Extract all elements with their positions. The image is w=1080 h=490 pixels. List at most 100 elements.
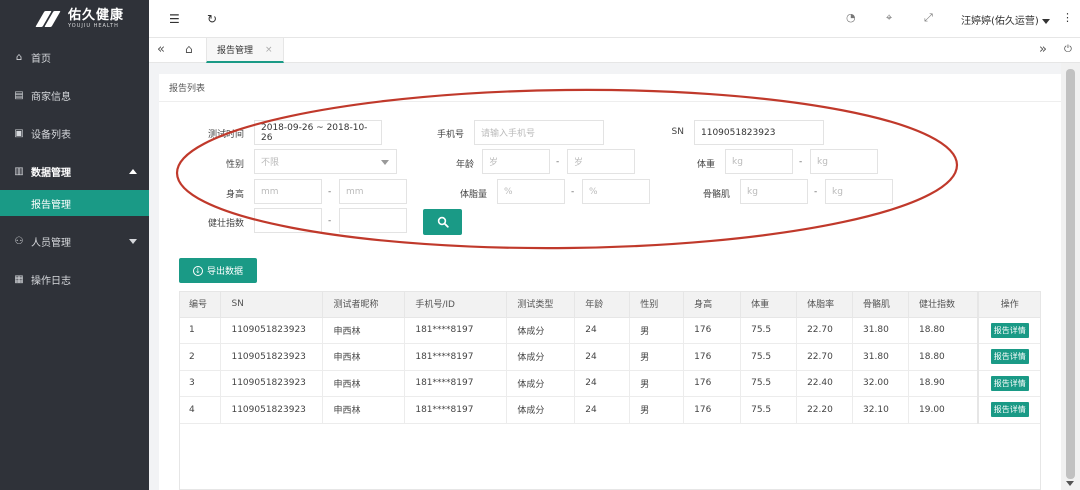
sidebar-item-data-management[interactable]: ▥ 数据管理 bbox=[0, 152, 149, 190]
height-label: 身高 bbox=[225, 190, 244, 200]
double-chevron-right-icon[interactable]: » bbox=[1039, 42, 1047, 57]
tag-icon[interactable]: ⌖ bbox=[886, 11, 892, 25]
table-cell: 31.80 bbox=[852, 343, 910, 371]
fitness-max-input[interactable] bbox=[339, 208, 407, 233]
sidebar-item-label: 首页 bbox=[31, 53, 51, 65]
sidebar-item-merchant[interactable]: ▤ 商家信息 bbox=[0, 76, 149, 114]
muscle-min-input[interactable]: kg bbox=[740, 179, 808, 204]
height-max-input[interactable]: mm bbox=[339, 179, 407, 204]
sidebar-item-staff[interactable]: ⚇ 人员管理 bbox=[0, 222, 149, 260]
sn-input[interactable]: 1109051823923 bbox=[694, 120, 824, 145]
home-icon: ⌂ bbox=[15, 51, 23, 63]
height-min-input[interactable]: mm bbox=[254, 179, 322, 204]
export-data-button[interactable]: ↓ 导出数据 bbox=[179, 258, 257, 283]
table-cell: 2 bbox=[179, 343, 222, 371]
fullscreen-icon[interactable]: ⤢ bbox=[924, 11, 933, 25]
report-detail-button[interactable]: 报告详情 bbox=[990, 402, 1029, 418]
refresh-icon[interactable]: ↻ bbox=[207, 12, 217, 26]
table-row: 3 1109051823923 申西林 181****8197 体成分 24 男… bbox=[179, 370, 1042, 397]
chart-icon: ▥ bbox=[14, 165, 24, 177]
more-icon[interactable]: ⋮ bbox=[1062, 11, 1073, 24]
report-detail-button[interactable]: 报告详情 bbox=[990, 322, 1029, 338]
gender-select[interactable]: 不限 bbox=[254, 149, 397, 174]
table-cell: 男 bbox=[629, 370, 685, 397]
muscle-max-input[interactable]: kg bbox=[825, 179, 893, 204]
table-cell-action: 报告详情 bbox=[977, 396, 1042, 424]
tab-report-management[interactable]: 报告管理 × bbox=[206, 38, 284, 63]
search-icon bbox=[437, 216, 449, 228]
sidebar-item-logs[interactable]: ▦ 操作日志 bbox=[0, 260, 149, 298]
fat-min-input[interactable]: % bbox=[497, 179, 565, 204]
age-label: 年龄 bbox=[455, 160, 474, 170]
sidebar: 佑久健康 YOUJIU HEALTH ⌂ 首页 ▤ 商家信息 ▣ 设备列表 ▥ … bbox=[0, 0, 149, 490]
range-dash: - bbox=[328, 216, 332, 226]
fitness-min-input[interactable] bbox=[254, 208, 322, 233]
muscle-label: 骨骼肌 bbox=[702, 190, 730, 200]
table-cell: 75.5 bbox=[740, 343, 798, 371]
home-tab-icon[interactable]: ⌂ bbox=[185, 42, 193, 56]
table-cell-action: 报告详情 bbox=[977, 343, 1042, 371]
table-cell: 176 bbox=[683, 396, 742, 424]
gender-select-value: 不限 bbox=[261, 158, 280, 168]
fat-max-input[interactable]: % bbox=[582, 179, 650, 204]
vertical-scrollbar[interactable] bbox=[1061, 63, 1080, 490]
table-cell: 22.70 bbox=[796, 343, 854, 371]
col-header: 体脂率 bbox=[796, 291, 854, 318]
col-header: 骨骼肌 bbox=[852, 291, 910, 318]
table-cell: 男 bbox=[629, 343, 685, 371]
search-button[interactable] bbox=[423, 209, 462, 235]
table-cell: 75.5 bbox=[740, 317, 798, 344]
log-icon: ▦ bbox=[14, 273, 24, 285]
table-cell: 32.00 bbox=[852, 370, 910, 397]
phone-input[interactable]: 请输入手机号 bbox=[474, 120, 604, 145]
phone-label: 手机号 bbox=[436, 130, 464, 140]
table-cell: 体成分 bbox=[506, 396, 576, 424]
report-detail-button[interactable]: 报告详情 bbox=[990, 375, 1029, 391]
age-min-input[interactable]: 岁 bbox=[482, 149, 550, 174]
weight-min-input[interactable]: kg bbox=[725, 149, 793, 174]
scrollbar-thumb[interactable] bbox=[1066, 69, 1075, 479]
table-cell: 75.5 bbox=[740, 370, 798, 397]
close-icon[interactable]: × bbox=[265, 45, 273, 55]
table-cell: 24 bbox=[574, 317, 631, 344]
table-row: 1 1109051823923 申西林 181****8197 体成分 24 男… bbox=[179, 317, 1042, 344]
test-time-range-input[interactable]: 2018-09-26 ~ 2018-10-26 bbox=[254, 120, 382, 145]
sidebar-subitem-label: 报告管理 bbox=[31, 199, 71, 211]
dashboard-icon[interactable]: ◔ bbox=[846, 11, 856, 24]
table-header-row: 编号 SN 测试者昵称 手机号/ID 测试类型 年龄 性别 身高 体重 体脂率 … bbox=[179, 291, 1042, 318]
table-cell: 1109051823923 bbox=[220, 343, 324, 371]
brand-logo[interactable]: 佑久健康 YOUJIU HEALTH bbox=[0, 0, 149, 38]
table-cell: 3 bbox=[179, 370, 222, 397]
table-cell: 体成分 bbox=[506, 370, 576, 397]
double-chevron-left-icon[interactable]: « bbox=[157, 42, 165, 57]
scroll-down-arrow-icon[interactable] bbox=[1066, 481, 1074, 486]
table-cell: 申西林 bbox=[322, 396, 406, 424]
store-icon: ▤ bbox=[14, 89, 24, 101]
sidebar-item-home[interactable]: ⌂ 首页 bbox=[0, 38, 149, 76]
panel-title: 报告列表 bbox=[159, 74, 1061, 102]
top-bar: ☰ ↻ ◔ ⌖ ⤢ 汪婷婷(佑久运营) ⋮ bbox=[149, 0, 1080, 38]
table-cell: 体成分 bbox=[506, 343, 576, 371]
table-cell: 18.80 bbox=[908, 317, 979, 344]
table-cell: 1109051823923 bbox=[220, 317, 324, 344]
export-label: 导出数据 bbox=[206, 267, 243, 277]
user-menu[interactable]: 汪婷婷(佑久运营) bbox=[961, 12, 1050, 27]
table-cell: 申西林 bbox=[322, 317, 406, 344]
menu-toggle-icon[interactable]: ☰ bbox=[169, 12, 180, 26]
sn-label: SN bbox=[671, 127, 684, 137]
sidebar-item-label: 人员管理 bbox=[31, 237, 71, 249]
table-cell: 181****8197 bbox=[404, 343, 508, 371]
col-header: 健壮指数 bbox=[908, 291, 979, 318]
table-cell: 22.40 bbox=[796, 370, 854, 397]
weight-max-input[interactable]: kg bbox=[810, 149, 878, 174]
table-cell: 申西林 bbox=[322, 370, 406, 397]
power-icon[interactable]: ⏻ bbox=[1064, 44, 1072, 55]
age-max-input[interactable]: 岁 bbox=[567, 149, 635, 174]
col-header: 体重 bbox=[740, 291, 798, 318]
sidebar-item-devices[interactable]: ▣ 设备列表 bbox=[0, 114, 149, 152]
col-header: SN bbox=[220, 291, 324, 318]
table-cell: 181****8197 bbox=[404, 370, 508, 397]
sidebar-subitem-report-management[interactable]: 报告管理 bbox=[0, 190, 149, 216]
report-detail-button[interactable]: 报告详情 bbox=[990, 349, 1029, 365]
table-cell: 1109051823923 bbox=[220, 396, 324, 424]
